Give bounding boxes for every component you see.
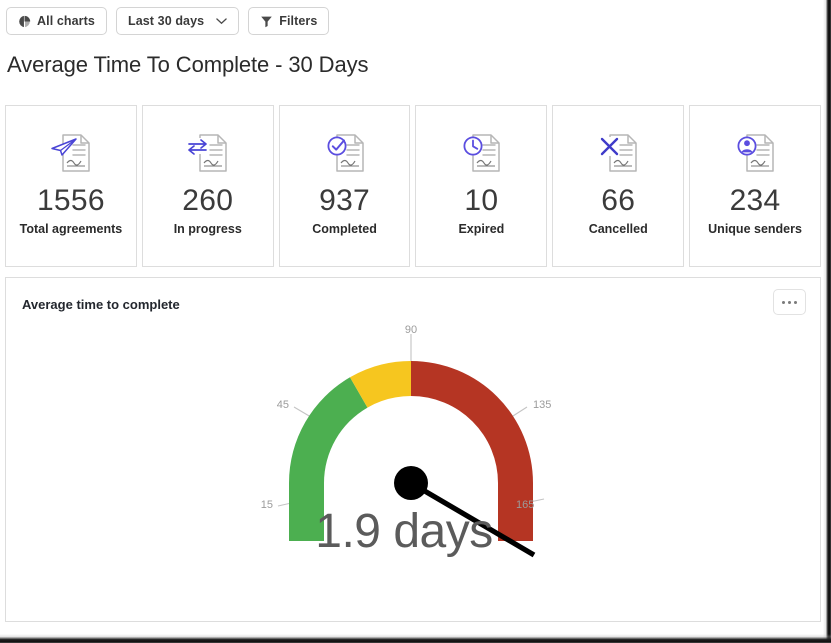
clock-document-icon: [453, 124, 509, 182]
funnel-icon: [260, 15, 273, 28]
stat-label: Unique senders: [708, 221, 802, 236]
gauge-chart: 90 45 15 135 165 1.9 days: [6, 316, 822, 621]
stat-card-unique-senders[interactable]: 234 Unique senders: [689, 105, 821, 267]
gauge-tick-label-135: 135: [533, 399, 551, 411]
paper-plane-document-icon: [43, 124, 99, 182]
gauge-band-bad: [411, 361, 533, 483]
date-range-dropdown[interactable]: Last 30 days: [115, 7, 240, 35]
chart-more-options-button[interactable]: [773, 289, 806, 315]
stat-card-completed[interactable]: 937 Completed: [278, 105, 411, 267]
gauge-value-label: 1.9 days: [315, 505, 493, 558]
stat-card-in-progress[interactable]: 260 In progress: [141, 105, 274, 267]
person-circle-document-icon: [727, 124, 783, 182]
date-range-label: Last 30 days: [127, 14, 205, 28]
exchange-arrows-document-icon: [180, 124, 236, 182]
gauge-tick-label-45: 45: [277, 399, 289, 411]
chart-title: Average time to complete: [22, 297, 180, 312]
stat-card-expired[interactable]: 10 Expired: [415, 105, 548, 267]
page-title: Average Time To Complete - 30 Days: [7, 52, 369, 77]
stat-label: In progress: [173, 221, 242, 236]
toolbar: All charts Last 30 days Filters: [6, 7, 330, 35]
summary-stats-row: 1556 Total agreements 260 In progress 93…: [5, 105, 821, 267]
chart-card: Average time to complete 90 45 15 135 16…: [5, 277, 821, 622]
stat-value: 234: [729, 184, 781, 217]
chevron-down-icon: [216, 17, 227, 25]
x-mark-document-icon: [590, 124, 646, 182]
all-charts-button[interactable]: All charts: [6, 7, 107, 35]
window-bottom-edge: [0, 634, 831, 643]
stat-label: Expired: [458, 221, 505, 236]
gauge-band-good: [289, 377, 368, 483]
all-charts-label: All charts: [37, 14, 95, 28]
gauge-tick-label-90: 90: [405, 324, 417, 336]
stat-value: 937: [319, 184, 371, 217]
window-right-edge: [823, 0, 831, 643]
filters-button[interactable]: Filters: [248, 7, 330, 35]
stat-card-cancelled[interactable]: 66 Cancelled: [552, 105, 685, 267]
stat-label: Total agreements: [19, 221, 123, 236]
check-circle-document-icon: [317, 124, 373, 182]
gauge-bands: [289, 360, 533, 483]
stat-label: Cancelled: [588, 221, 648, 236]
app-window: All charts Last 30 days Filters Average …: [0, 0, 831, 643]
stat-value: 1556: [36, 184, 105, 217]
pie-chart-icon: [18, 15, 31, 28]
ellipsis-icon: [782, 300, 797, 304]
stat-value: 260: [182, 184, 234, 217]
stat-card-total-agreements[interactable]: 1556 Total agreements: [5, 105, 137, 267]
stat-value: 10: [464, 184, 499, 217]
filters-label: Filters: [279, 14, 318, 28]
stat-value: 66: [601, 184, 636, 217]
stat-label: Completed: [312, 221, 377, 236]
